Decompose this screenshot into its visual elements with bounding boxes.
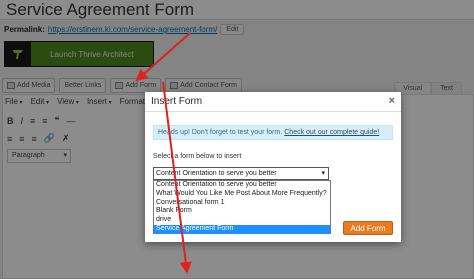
arrow-add-form-to-option [162,81,192,274]
annotation-arrows [135,32,192,274]
arrow-url-to-add-form [135,32,191,82]
